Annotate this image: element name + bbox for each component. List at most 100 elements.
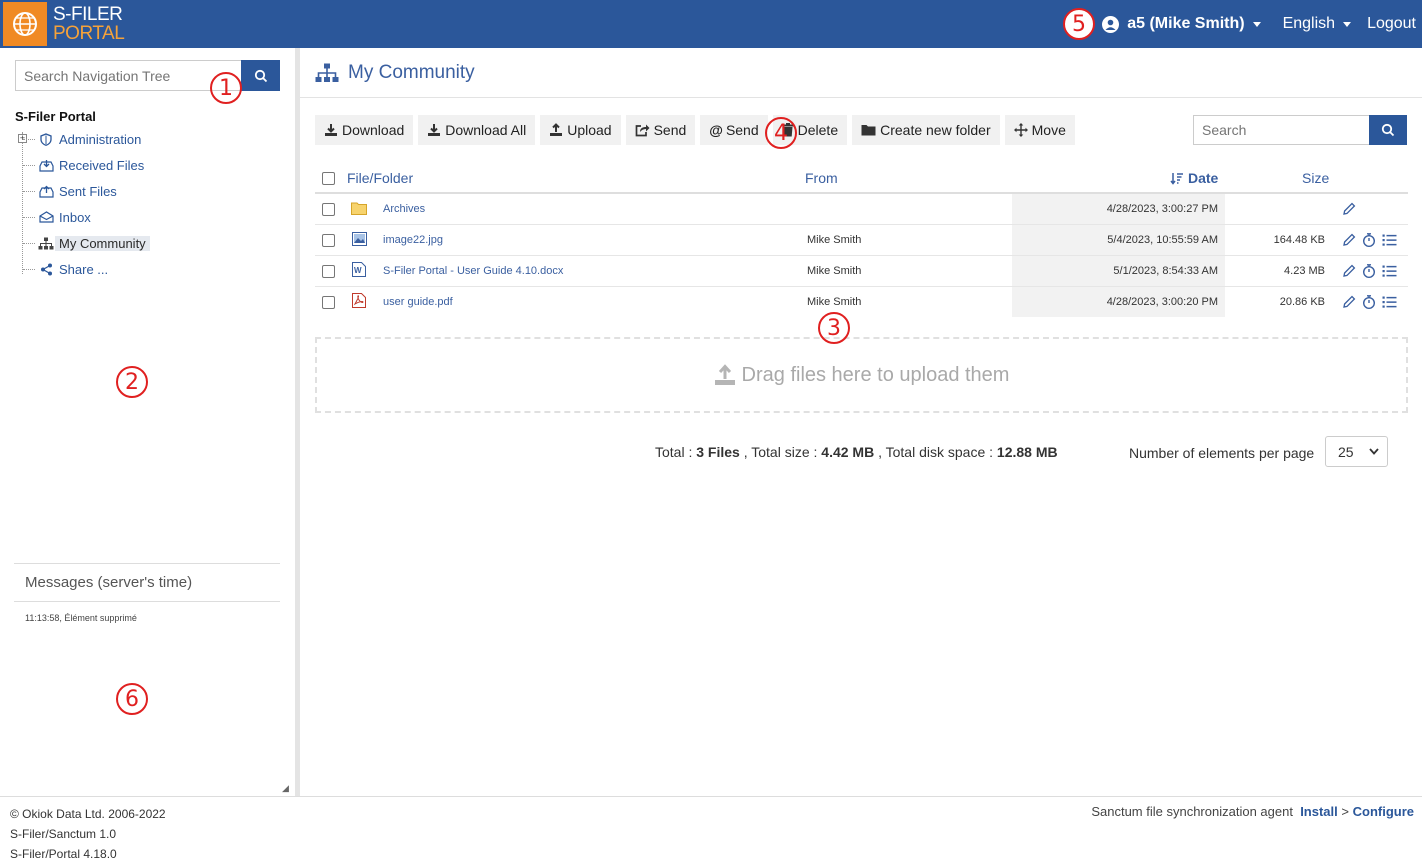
file-name-link[interactable]: Archives	[383, 203, 425, 215]
file-date: 5/4/2023, 10:55:59 AM	[1107, 234, 1218, 246]
user-menu[interactable]: a5 (Mike Smith)	[1102, 15, 1261, 33]
tree-root[interactable]: S-Filer Portal	[15, 109, 96, 124]
send-email-button[interactable]: @ Send	[700, 115, 768, 145]
per-page-value: 25	[1338, 443, 1354, 460]
logout-link[interactable]: Logout	[1367, 15, 1416, 33]
table-row[interactable]: W S-Filer Portal - User Guide 4.10.docx …	[315, 256, 1408, 287]
row-checkbox[interactable]	[322, 265, 335, 278]
create-folder-button[interactable]: Create new folder	[852, 115, 1000, 145]
col-file-folder[interactable]: File/Folder	[347, 170, 413, 186]
sync-agent-links: Sanctum file synchronization agent Insta…	[1091, 804, 1414, 819]
edit-pencil-icon[interactable]	[1342, 295, 1356, 309]
upload-button[interactable]: Upload	[540, 115, 621, 145]
download-icon	[428, 124, 441, 136]
table-row[interactable]: image22.jpg Mike Smith 5/4/2023, 10:55:5…	[315, 225, 1408, 256]
list-details-icon[interactable]	[1382, 295, 1397, 309]
callout-marker-6: 6	[116, 683, 148, 715]
logo-line1: S-FILER	[53, 4, 123, 25]
select-all-checkbox[interactable]	[322, 172, 335, 185]
chevron-down-icon	[1343, 21, 1352, 27]
col-date[interactable]: Date	[1170, 170, 1218, 186]
file-from: Mike Smith	[807, 296, 862, 308]
callout-marker-4: 4	[765, 117, 797, 149]
upload-dropzone[interactable]: Drag files here to upload them	[315, 337, 1408, 413]
tree-item-label: Share ...	[59, 261, 109, 277]
download-button[interactable]: Download	[315, 115, 414, 145]
message-entry: 11:13:58, Élément supprimé	[25, 613, 137, 623]
file-search-input[interactable]	[1193, 115, 1369, 145]
main-panel: My Community Download Download All Uploa…	[300, 48, 1422, 796]
resize-grip-icon[interactable]: ◢	[282, 783, 289, 794]
file-date: 4/28/2023, 3:00:27 PM	[1106, 203, 1218, 215]
chevron-down-icon	[1369, 448, 1379, 455]
col-size[interactable]: Size	[1302, 170, 1329, 186]
file-search	[1193, 115, 1407, 145]
col-from[interactable]: From	[805, 170, 838, 186]
envelope-open-icon	[37, 211, 55, 223]
arrows-move-icon	[1013, 123, 1028, 137]
tree-item-inbox[interactable]: Inbox	[15, 204, 275, 230]
agent-text: Sanctum file synchronization agent	[1091, 804, 1293, 819]
tree-item-sent-files[interactable]: Sent Files	[15, 178, 275, 204]
copyright: © Okiok Data Ltd. 2006-2022	[10, 807, 166, 821]
breadcrumb-separator: >	[1341, 804, 1349, 819]
edit-pencil-icon[interactable]	[1342, 264, 1356, 278]
share-icon	[37, 263, 55, 276]
sitemap-icon	[37, 237, 55, 250]
configure-link[interactable]: Configure	[1353, 804, 1414, 819]
install-link[interactable]: Install	[1300, 804, 1338, 819]
inbox-download-icon	[37, 159, 55, 172]
callout-marker-3: 3	[818, 312, 850, 344]
edit-pencil-icon[interactable]	[1342, 233, 1356, 247]
pdf-file-icon	[352, 293, 366, 308]
tree-item-received-files[interactable]: Received Files	[15, 152, 275, 178]
nav-search-button[interactable]	[241, 60, 280, 91]
total-disk-space: 12.88 MB	[996, 444, 1058, 460]
stopwatch-icon[interactable]	[1362, 233, 1376, 247]
stopwatch-icon[interactable]	[1362, 295, 1376, 309]
per-page-label: Number of elements per page	[1129, 445, 1315, 461]
logo-line2: PORTAL	[53, 23, 125, 44]
folder-icon	[861, 125, 876, 136]
word-file-icon: W	[352, 262, 366, 277]
language-menu[interactable]: English	[1283, 15, 1352, 33]
row-checkbox[interactable]	[322, 203, 335, 216]
download-all-button[interactable]: Download All	[418, 115, 536, 145]
edit-pencil-icon[interactable]	[1342, 202, 1356, 216]
sitemap-icon	[315, 63, 339, 82]
tree-item-administration[interactable]: + Administration	[15, 126, 275, 152]
callout-marker-2: 2	[116, 366, 148, 398]
file-size: 164.48 KB	[1273, 234, 1325, 246]
user-circle-icon	[1102, 15, 1120, 33]
file-search-button[interactable]	[1369, 115, 1407, 145]
table-row[interactable]: user guide.pdf Mike Smith 4/28/2023, 3:0…	[315, 287, 1408, 318]
logo[interactable]: S-FILER PORTAL	[53, 4, 125, 44]
per-page-select[interactable]: 25	[1325, 436, 1388, 467]
toolbar: Download Download All Upload Send @ Send…	[315, 115, 1080, 145]
stopwatch-icon[interactable]	[1362, 264, 1376, 278]
callout-marker-5: 5	[1063, 8, 1095, 40]
list-details-icon[interactable]	[1382, 264, 1397, 278]
move-button[interactable]: Move	[1004, 115, 1075, 145]
at-sign-icon: @	[709, 122, 723, 138]
file-date: 4/28/2023, 3:00:20 PM	[1106, 296, 1218, 308]
row-checkbox[interactable]	[322, 234, 335, 247]
tree-item-label: Received Files	[59, 157, 145, 173]
table-row[interactable]: Archives 4/28/2023, 3:00:27 PM	[315, 194, 1408, 225]
search-icon	[254, 69, 267, 82]
callout-marker-1: 1	[210, 72, 242, 104]
page-title: My Community	[315, 62, 475, 84]
file-from: Mike Smith	[807, 265, 862, 277]
send-button[interactable]: Send	[625, 115, 696, 145]
tree-item-my-community[interactable]: My Community	[15, 230, 275, 256]
file-name-link[interactable]: user guide.pdf	[383, 296, 453, 308]
tree-item-share[interactable]: Share ...	[15, 256, 275, 282]
file-name-link[interactable]: image22.jpg	[383, 234, 443, 246]
list-details-icon[interactable]	[1382, 233, 1397, 247]
download-icon	[325, 124, 337, 136]
file-name-link[interactable]: S-Filer Portal - User Guide 4.10.docx	[383, 265, 563, 277]
globe-logo-icon	[3, 2, 47, 46]
nav-search-input[interactable]	[15, 60, 241, 91]
file-size: 20.86 KB	[1279, 296, 1325, 308]
row-checkbox[interactable]	[322, 296, 335, 309]
